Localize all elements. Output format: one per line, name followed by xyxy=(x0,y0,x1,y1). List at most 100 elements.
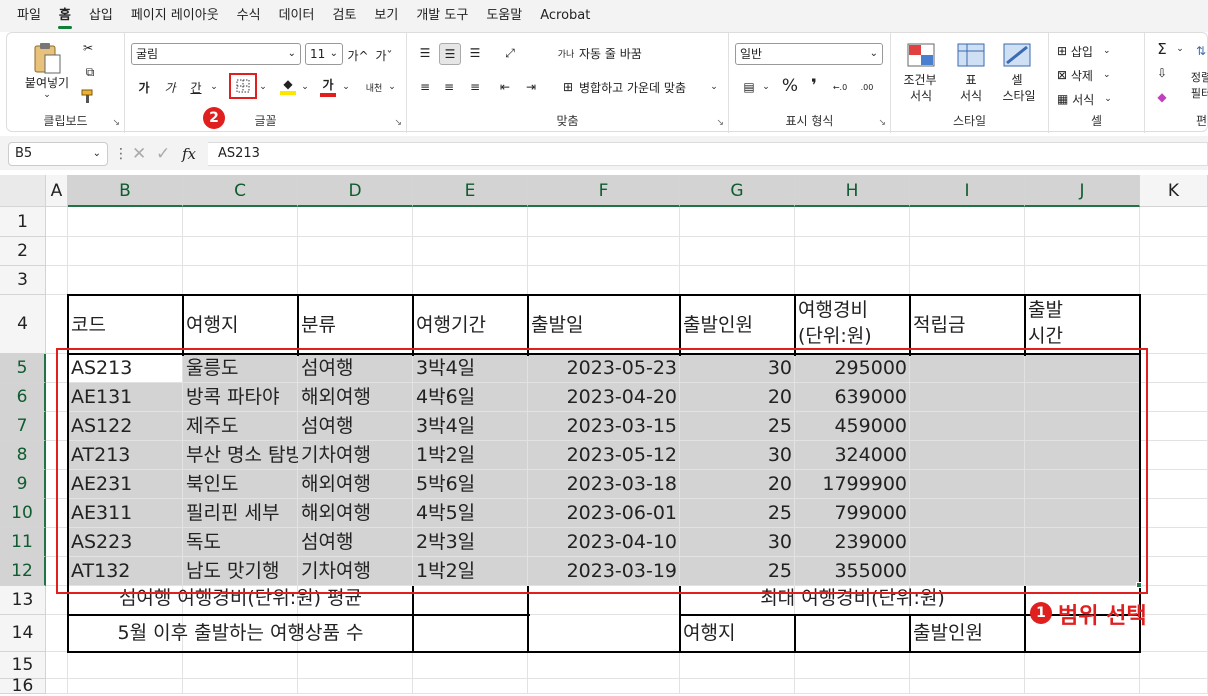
menu-help[interactable]: 도움말 xyxy=(477,0,531,32)
row-header-8[interactable]: 8 xyxy=(0,441,46,470)
font-launcher-icon[interactable]: ↘ xyxy=(394,118,402,128)
column-header-j[interactable]: J xyxy=(1025,175,1140,207)
cell-styles-icon[interactable] xyxy=(1001,41,1033,69)
row-header-9[interactable]: 9 xyxy=(0,470,46,499)
row-header-14[interactable]: 14 xyxy=(0,615,46,652)
clear-icon[interactable]: ◆ xyxy=(1151,87,1173,107)
font-name-dropdown[interactable]: 굴림 ⌄ xyxy=(131,43,301,65)
fill-handle[interactable] xyxy=(1136,582,1142,588)
copy-icon[interactable]: ⧉ xyxy=(79,63,101,81)
cell-styles-label-2[interactable]: 스타일 xyxy=(993,87,1045,103)
chevron-down-icon[interactable]: ⌄ xyxy=(1175,41,1185,57)
format-as-table-label-2[interactable]: 서식 xyxy=(949,87,993,103)
name-box[interactable]: B5 ⌄ xyxy=(8,142,108,166)
bold-button[interactable]: 가 xyxy=(135,77,153,97)
italic-button[interactable]: 가 xyxy=(161,77,179,97)
row-header-16[interactable]: 16 xyxy=(0,676,46,696)
wrap-text-button[interactable]: 자동 줄 바꿈 xyxy=(579,43,669,63)
border-button[interactable] xyxy=(229,73,257,99)
alignment-launcher-icon[interactable]: ↘ xyxy=(716,118,724,128)
menu-acrobat[interactable]: Acrobat xyxy=(531,0,599,32)
merge-center-button[interactable]: 병합하고 가운데 맞춤 xyxy=(579,77,705,97)
row-header-13[interactable]: 13 xyxy=(0,586,46,615)
menu-data[interactable]: 데이터 xyxy=(270,0,324,32)
format-cells-button[interactable]: ▦ 서식 ⌄ xyxy=(1057,89,1137,109)
number-launcher-icon[interactable]: ↘ xyxy=(878,118,886,128)
accounting-icon[interactable]: ▤ xyxy=(737,77,761,97)
row-header-11[interactable]: 11 xyxy=(0,528,46,557)
column-header-c[interactable]: C xyxy=(183,175,298,207)
column-header-g[interactable]: G xyxy=(680,175,795,207)
formula-input[interactable]: AS213 xyxy=(208,142,1208,166)
menu-page-layout[interactable]: 페이지 레이아웃 xyxy=(122,0,228,32)
delete-cells-button[interactable]: ⊠ 삭제 ⌄ xyxy=(1057,65,1137,85)
row-header-7[interactable]: 7 xyxy=(0,412,46,441)
conditional-format-label-1[interactable]: 조건부 xyxy=(895,71,945,87)
cut-icon[interactable]: ✂ xyxy=(79,39,97,57)
comma-button[interactable]: ❜ xyxy=(805,75,823,97)
format-as-table-label-1[interactable]: 표 xyxy=(955,71,987,87)
row-header-4[interactable]: 4 xyxy=(0,295,46,354)
menu-formulas[interactable]: 수식 xyxy=(228,0,270,32)
column-header-h[interactable]: H xyxy=(795,175,910,207)
row-header-1[interactable]: 1 xyxy=(0,207,46,237)
sort-filter-label-2[interactable]: 필터 xyxy=(1189,85,1208,101)
row-header-15[interactable]: 15 xyxy=(0,652,46,679)
decrease-indent-icon[interactable]: ⇤ xyxy=(495,77,515,97)
wrap-text-icon[interactable]: 가나 xyxy=(555,43,577,63)
format-as-table-icon[interactable] xyxy=(955,41,987,69)
paste-chevron-icon[interactable]: ⌄ xyxy=(41,89,53,101)
merge-icon[interactable]: ⊞ xyxy=(559,77,577,97)
chevron-down-icon[interactable]: ⌄ xyxy=(341,77,351,97)
percent-button[interactable]: % xyxy=(779,75,801,97)
paste-icon[interactable] xyxy=(25,39,69,77)
align-bottom-icon[interactable]: ☰ xyxy=(465,43,485,63)
menu-review[interactable]: 검토 xyxy=(323,0,365,32)
insert-function-button[interactable]: fx xyxy=(182,145,196,163)
enter-icon[interactable]: ✓ xyxy=(156,144,170,164)
row-header-5[interactable]: 5 xyxy=(0,354,46,383)
orientation-icon[interactable]: ⤢ xyxy=(497,43,523,63)
chevron-down-icon[interactable]: ⌄ xyxy=(761,77,771,97)
clipboard-launcher-icon[interactable]: ↘ xyxy=(112,118,120,128)
phonetic-button[interactable]: 내천 xyxy=(361,77,387,97)
column-header-i[interactable]: I xyxy=(910,175,1025,207)
menu-insert[interactable]: 삽입 xyxy=(80,0,122,32)
conditional-format-label-2[interactable]: 서식 xyxy=(897,87,945,103)
increase-decimal-icon[interactable]: ←.0 xyxy=(829,77,851,97)
align-right-icon[interactable]: ≡ xyxy=(465,77,485,97)
column-header-k[interactable]: K xyxy=(1140,175,1208,207)
chevron-down-icon[interactable]: ⌄ xyxy=(387,77,397,97)
increase-indent-icon[interactable]: ⇥ xyxy=(521,77,541,97)
number-format-dropdown[interactable]: 일반 ⌄ xyxy=(735,43,883,65)
chevron-down-icon[interactable]: ⌄ xyxy=(209,77,219,97)
decrease-decimal-icon[interactable]: .00 xyxy=(855,77,879,97)
format-painter-icon[interactable] xyxy=(79,87,97,105)
row-header-3[interactable]: 3 xyxy=(0,266,46,295)
chevron-down-icon[interactable]: ⌄ xyxy=(300,77,310,97)
column-header-d[interactable]: D xyxy=(298,175,413,207)
column-header-a[interactable]: A xyxy=(46,175,68,207)
menu-developer[interactable]: 개발 도구 xyxy=(407,0,477,32)
font-size-dropdown[interactable]: 11 ⌄ xyxy=(305,43,343,65)
chevron-down-icon[interactable]: ⌄ xyxy=(709,77,719,97)
row-header-2[interactable]: 2 xyxy=(0,237,46,266)
menu-view[interactable]: 보기 xyxy=(365,0,407,32)
align-left-icon[interactable]: ≡ xyxy=(415,77,435,97)
underline-button[interactable]: 간 xyxy=(187,77,205,97)
chevron-down-icon[interactable]: ⌄ xyxy=(258,77,268,97)
row-header-6[interactable]: 6 xyxy=(0,383,46,412)
fill-icon[interactable]: ⇩ xyxy=(1151,63,1173,83)
menu-file[interactable]: 파일 xyxy=(8,0,50,32)
sort-filter-label-1[interactable]: 정렬 xyxy=(1189,69,1208,85)
autosum-icon[interactable]: Σ xyxy=(1151,39,1173,59)
row-header-12[interactable]: 12 xyxy=(0,557,46,586)
cell-styles-label-1[interactable]: 셀 xyxy=(1001,71,1033,87)
font-color-button[interactable]: 가 xyxy=(317,75,339,97)
sort-filter-icon[interactable]: ⇅ xyxy=(1191,41,1208,61)
shrink-font-button[interactable]: 가ˇ xyxy=(373,45,395,65)
cancel-icon[interactable]: ✕ xyxy=(132,144,146,164)
worksheet[interactable]: A B C D E F G H I J K 1 2 3 4 5 6 7 8 9 10 11 12 13 14 15 16 코드 여행지 분… xyxy=(0,175,1208,696)
select-all-button[interactable] xyxy=(0,175,46,207)
insert-cells-button[interactable]: ⊞ 삽입 ⌄ xyxy=(1057,41,1137,61)
